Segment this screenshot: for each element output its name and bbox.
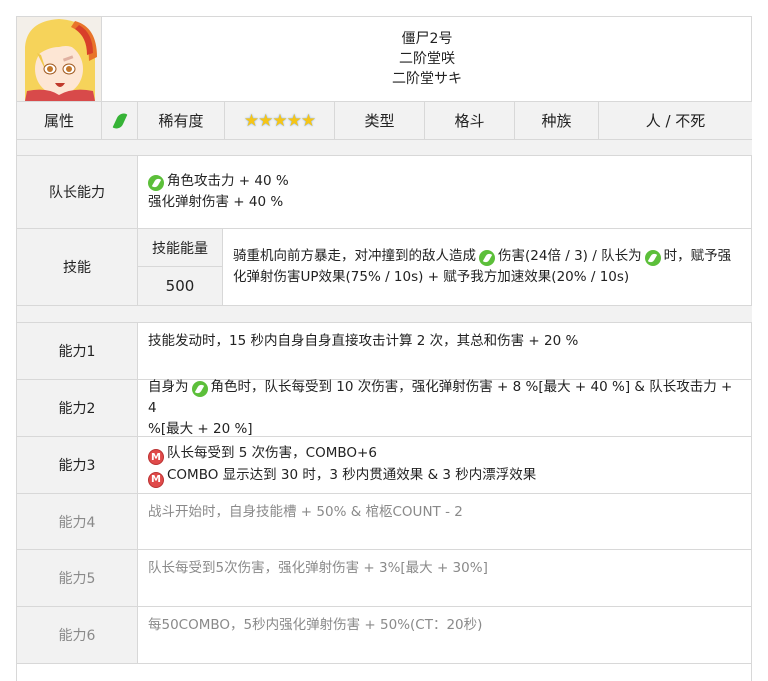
- leaf-icon: [479, 250, 495, 266]
- ability-row: 能力6 每50COMBO，5秒内强化弹射伤害 + 50%(CT：20秒): [17, 607, 752, 664]
- race-label-cell: 种族: [515, 102, 599, 139]
- ability-3-line2: COMBO 显示达到 30 时，3 秒内贯通效果 & 3 秒内漂浮效果: [167, 467, 537, 483]
- rarity-label: 稀有度: [158, 112, 204, 130]
- leaf-icon: [644, 250, 661, 266]
- section-spacer: [17, 306, 752, 323]
- leaf-icon: [148, 175, 164, 191]
- star-icon: ★: [258, 110, 273, 131]
- leader-ability-label: 队长能力: [17, 156, 138, 228]
- character-name-primary: 僵尸2号: [401, 31, 453, 47]
- ability-row: 能力4 战斗开始时，自身技能槽 + 50% & 棺柩COUNT - 2: [17, 494, 752, 550]
- leader-ability-row: 队长能力 角色攻击力 + 40 % 强化弹射伤害 + 40 %: [17, 156, 752, 229]
- ability-3-line1: 队长每受到 5 次伤害，COMBO+6: [167, 444, 377, 461]
- attribute-label: 属性: [43, 112, 74, 130]
- character-name-secondary: 二阶堂咲: [399, 51, 455, 67]
- leaf-icon: [112, 110, 127, 131]
- section-spacer: [17, 140, 752, 156]
- skill-energy-label-cell: 技能能量: [138, 229, 223, 267]
- star-icon: ★: [243, 110, 259, 131]
- type-value-cell: 格斗: [425, 102, 515, 139]
- skill-description: 骑重机向前方暴走，对冲撞到的敌人造成 伤害(24倍 / 3) / 队长为 时，赋予强…: [223, 229, 752, 305]
- rarity-label-cell: 稀有度: [138, 102, 225, 139]
- ability-label: 能力6: [17, 607, 138, 663]
- skill-energy-label: 技能能量: [152, 240, 208, 257]
- star-icon: ★: [286, 110, 302, 131]
- rarity-value-cell: ★ ★ ★ ★ ★: [225, 102, 335, 139]
- ability-label: 能力5: [17, 550, 138, 606]
- race-label: 种族: [541, 112, 572, 130]
- ability-1-text: 技能发动时，15 秒内自身自身直接攻击计算 2 次，其总和伤害 + 20 %: [148, 333, 579, 349]
- ability-text: 队长每受到5次伤害，强化弹射伤害 + 3%[最大 + 30%]: [138, 550, 752, 606]
- leader-ability-line2: 强化弹射伤害 + 40 %: [148, 194, 284, 210]
- type-value: 格斗: [454, 112, 485, 130]
- ability-2-pre: 自身为: [148, 378, 189, 395]
- leader-ability-line1: 角色攻击力 + 40 %: [167, 173, 289, 189]
- race-value-cell: 人 / 不死: [599, 102, 752, 139]
- attribute-label-cell: 属性: [17, 102, 102, 139]
- ability-6-text: 每50COMBO，5秒内强化弹射伤害 + 50%(CT：20秒): [148, 617, 483, 633]
- skill-text-d: 化弹射伤害UP效果(75% / 10s) + 赋予我方加速效果(20% / 10…: [233, 269, 630, 285]
- star-icon: ★: [272, 110, 287, 131]
- skill-energy-value-cell: 500: [138, 267, 223, 305]
- skill-row: 技能 技能能量 500 骑重机向前方暴走，对冲撞到的敌人造成 伤害(24倍 / 3…: [17, 229, 752, 306]
- ability-4-text: 战斗开始时，自身技能槽 + 50% & 棺柩COUNT - 2: [148, 504, 463, 520]
- ability-label: 能力3: [17, 437, 138, 493]
- ability-text: 每50COMBO，5秒内强化弹射伤害 + 50%(CT：20秒): [138, 607, 752, 663]
- character-names: 僵尸2号 二阶堂咲 二阶堂サキ: [102, 17, 752, 101]
- ability-row: 能力2 自身为 角色时，队长每受到 10 次伤害，强化弹射伤害 + 8 %[最大 …: [17, 378, 752, 437]
- skill-text-a: 骑重机向前方暴走，对冲撞到的敌人造成: [233, 248, 476, 264]
- leader-ability-text: 角色攻击力 + 40 % 强化弹射伤害 + 40 %: [138, 156, 752, 228]
- race-value: 人 / 不死: [645, 112, 706, 130]
- leaf-icon: [191, 380, 208, 397]
- star-icon: ★: [300, 110, 316, 131]
- type-label-cell: 类型: [335, 102, 425, 139]
- character-avatar: [17, 17, 102, 101]
- attribute-value-cell: [102, 102, 138, 139]
- ability-label: 能力4: [17, 494, 138, 549]
- attribute-row: 属性 稀有度 ★ ★ ★ ★ ★ 类型 格斗 种族 人 / 不死: [17, 102, 752, 140]
- character-portrait-icon: [17, 17, 101, 101]
- skill-text-c: 时，赋予强: [663, 248, 732, 264]
- skill-energy-value: 500: [165, 277, 195, 295]
- character-sheet: 僵尸2号 二阶堂咲 二阶堂サキ 属性 稀有度 ★ ★ ★ ★ ★ 类型 格斗 种…: [16, 16, 752, 681]
- m-badge-icon: M: [148, 471, 164, 488]
- type-label: 类型: [364, 112, 395, 130]
- header-row: 僵尸2号 二阶堂咲 二阶堂サキ: [17, 17, 752, 102]
- m-badge-icon: M: [148, 449, 164, 465]
- ability-label: 能力1: [17, 323, 138, 379]
- ability-row: 能力1 技能发动时，15 秒内自身自身直接攻击计算 2 次，其总和伤害 + 20…: [17, 323, 752, 380]
- character-name-japanese: 二阶堂サキ: [392, 71, 462, 87]
- ability-text: M 队长每受到 5 次伤害，COMBO+6 M COMBO 显示达到 30 时，3 …: [138, 437, 752, 493]
- ability-row: 能力3 M 队长每受到 5 次伤害，COMBO+6 M COMBO 显示达到 30 …: [17, 437, 752, 494]
- skill-label: 技能: [17, 229, 138, 305]
- ability-5-text: 队长每受到5次伤害，强化弹射伤害 + 3%[最大 + 30%]: [148, 560, 488, 576]
- ability-text: 战斗开始时，自身技能槽 + 50% & 棺柩COUNT - 2: [138, 494, 752, 549]
- ability-row: 能力5 队长每受到5次伤害，强化弹射伤害 + 3%[最大 + 30%]: [17, 550, 752, 607]
- ability-2-post: 角色时，队长每受到 10 次伤害，强化弹射伤害 + 8 %[最大 + 40 %]…: [148, 378, 733, 416]
- ability-text: 自身为 角色时，队长每受到 10 次伤害，强化弹射伤害 + 8 %[最大 + 40…: [138, 378, 752, 437]
- ability-label: 能力2: [17, 380, 138, 436]
- ability-text: 技能发动时，15 秒内自身自身直接攻击计算 2 次，其总和伤害 + 20 %: [138, 323, 752, 379]
- skill-text-b: 伤害(24倍 / 3) / 队长为: [498, 248, 642, 264]
